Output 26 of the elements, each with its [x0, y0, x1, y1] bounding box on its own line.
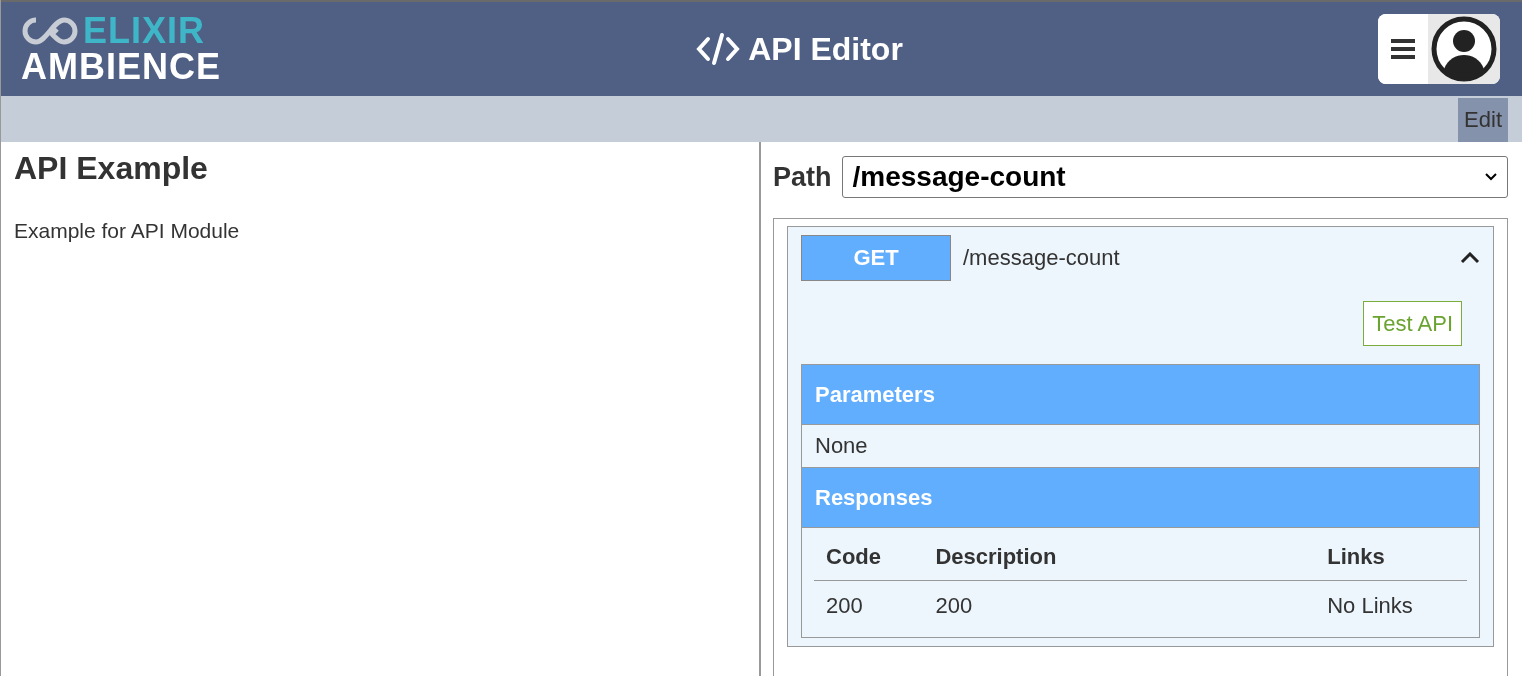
menu-icon	[1390, 38, 1416, 60]
column-header: Description	[923, 534, 1316, 581]
table-cell: 200	[923, 580, 1316, 627]
section-header: Parameters	[802, 365, 1479, 425]
method-tag: GET	[801, 235, 951, 281]
operation-path: /message-count	[963, 245, 1121, 271]
collapse-toggle[interactable]	[1460, 252, 1480, 264]
section-header: Responses	[802, 468, 1479, 528]
table-cell: 200	[814, 580, 924, 627]
column-header: Links	[1315, 534, 1467, 581]
document-title: API Example	[14, 150, 209, 187]
page-title: API Editor	[696, 30, 903, 68]
edit-button[interactable]: Edit	[1458, 98, 1508, 142]
path-label: Path	[773, 161, 832, 193]
dropdown-icon	[1485, 173, 1497, 181]
table-cell: No Links	[1315, 580, 1467, 627]
user-menu[interactable]	[1378, 14, 1500, 84]
test-api-button[interactable]: Test API	[1363, 301, 1462, 346]
avatar-icon	[1431, 16, 1497, 82]
code-icon	[696, 32, 741, 66]
column-header: Code	[814, 534, 924, 581]
path-select[interactable]: /message-count	[841, 156, 1508, 198]
document-description: Example for API Module	[14, 219, 241, 243]
chevron-up-icon	[1460, 252, 1480, 264]
logo: ELIXIR AMBIENCE	[21, 13, 221, 85]
logo-icon	[21, 16, 79, 46]
